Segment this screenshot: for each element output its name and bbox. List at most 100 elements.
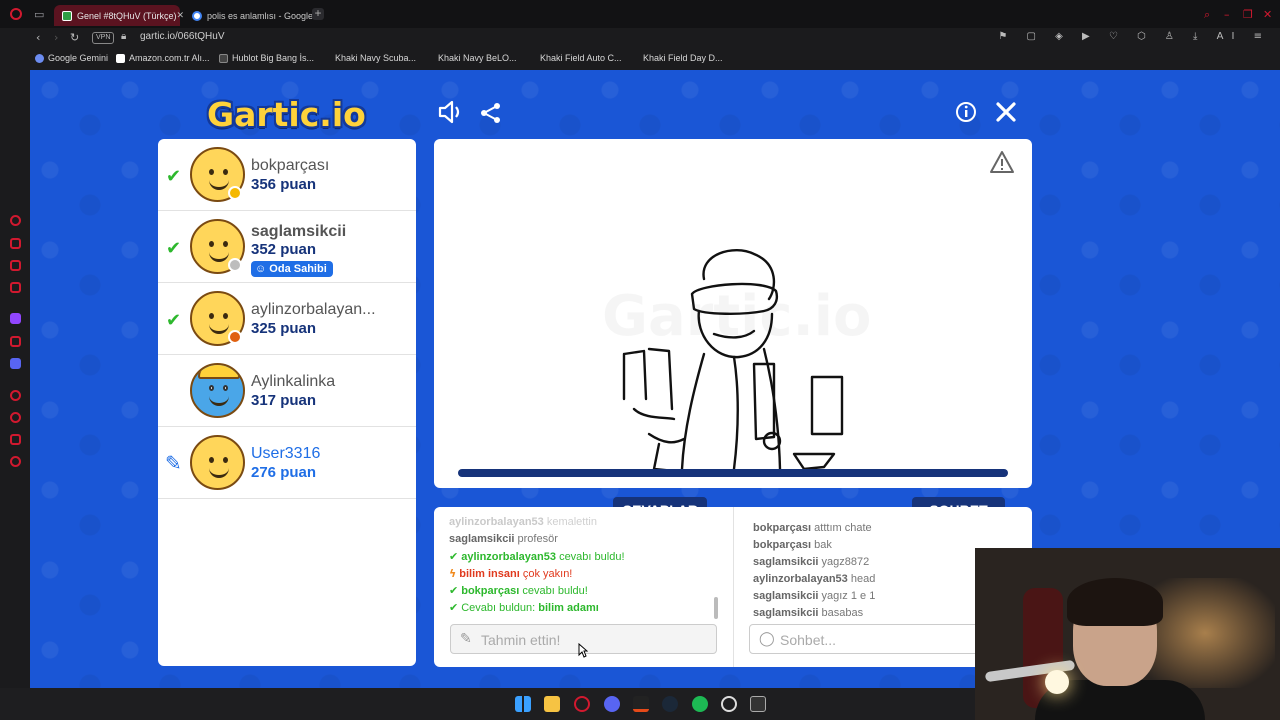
- bag-icon[interactable]: [10, 238, 21, 249]
- info-icon[interactable]: [955, 101, 977, 123]
- pencil-icon: ✎: [165, 451, 182, 475]
- cube-icon[interactable]: [10, 434, 21, 445]
- warning-icon[interactable]: [989, 150, 1015, 174]
- list-item: ✔ aylinzorbalayan53 cevabı buldu!: [449, 550, 625, 563]
- bookmark-item[interactable]: Hublot Big Bang İs...: [219, 53, 314, 63]
- chat-field[interactable]: ◯: [749, 624, 989, 654]
- sketch-drawing: [622, 249, 844, 473]
- check-icon: ✔: [449, 584, 459, 597]
- bookmark-item[interactable]: Google Gemini: [35, 53, 108, 63]
- tab-close-icon[interactable]: ✕: [177, 10, 185, 21]
- tab-title: Genel #8tQHuV (Türkçe): [77, 10, 177, 21]
- close-icon[interactable]: [995, 101, 1017, 123]
- bookmark-label: Khaki Navy BeLO...: [438, 53, 517, 63]
- steam-icon[interactable]: [662, 696, 678, 712]
- player-name: aylinzorbalayan...: [251, 301, 376, 318]
- scrollbar[interactable]: [714, 597, 718, 619]
- history-icon[interactable]: [10, 215, 21, 226]
- bookmark-item[interactable]: Amazon.com.tr Alı...: [116, 53, 210, 63]
- minimize-icon[interactable]: –: [1224, 8, 1230, 21]
- reload-icon[interactable]: ↻: [70, 31, 79, 44]
- back-icon[interactable]: ‹: [36, 31, 40, 44]
- search-icon[interactable]: ⌕: [1204, 8, 1210, 22]
- wallet-icon[interactable]: [10, 260, 21, 271]
- chat-bubble-icon: ◯: [759, 631, 775, 647]
- obs-icon[interactable]: [721, 696, 737, 712]
- gartic-favicon-icon: [62, 10, 72, 21]
- google-favicon-icon: [192, 10, 202, 21]
- url-field[interactable]: gartic.io/066tQHuV: [140, 31, 225, 42]
- sidebar-rail: [0, 70, 30, 688]
- twitch-icon[interactable]: [10, 313, 21, 324]
- spotify-icon[interactable]: [692, 696, 708, 712]
- mail-icon[interactable]: [10, 282, 21, 293]
- toolbar-icons[interactable]: ⚑ ▢ ◈ ▶ ♡ ⬡ ♙ ⤓ AI ≡: [998, 31, 1270, 42]
- bookmarks-bar: Google Gemini Amazon.com.tr Alı... Hublo…: [0, 48, 1280, 70]
- gartic-logo: Gartic.io: [207, 95, 366, 134]
- bookmark-label: Khaki Navy Scuba...: [335, 53, 417, 63]
- forward-icon[interactable]: ›: [54, 31, 58, 44]
- tab-menu-icon[interactable]: ▭: [34, 8, 44, 21]
- player-score: 276 puan: [251, 464, 317, 481]
- status-dot: [228, 186, 242, 200]
- player-name: User3316: [251, 445, 321, 462]
- file-explorer-icon[interactable]: [544, 696, 560, 712]
- clock-icon[interactable]: [10, 412, 21, 423]
- list-item: ✔ bokparçası cevabı buldu!: [449, 584, 588, 597]
- windows-start-icon[interactable]: [515, 696, 531, 712]
- window-close-icon[interactable]: ✕: [1263, 8, 1272, 21]
- music-icon[interactable]: [10, 390, 21, 401]
- instagram-icon[interactable]: [10, 336, 21, 347]
- share-icon[interactable]: [480, 102, 502, 124]
- list-item: aylinzorbalayan53 kemalettin: [449, 516, 597, 528]
- bookmark-label: Khaki Field Day D...: [643, 53, 723, 63]
- list-item: bokparçası atttım chate: [753, 522, 872, 534]
- bookmark-item[interactable]: Khaki Navy BeLO...: [438, 53, 517, 63]
- player-row[interactable]: ✔ aylinzorbalayan... 325 puan: [158, 283, 416, 355]
- room-owner-badge: ☺ Oda Sahibi: [251, 261, 333, 277]
- amazon-icon: [116, 53, 125, 63]
- mouse-cursor-icon: [578, 643, 588, 658]
- hublot-icon: [219, 53, 228, 63]
- check-icon: ✔: [449, 550, 459, 563]
- ai-label[interactable]: AI: [1217, 31, 1243, 42]
- discord-icon[interactable]: [604, 696, 620, 712]
- tab-title: polis es anlamlısı - Google: [207, 10, 314, 21]
- players-panel: ✔ bokparçası 356 puan ✔ saglamsikcii 352…: [158, 139, 416, 666]
- player-row[interactable]: ✔ saglamsikcii 352 puan ☺ Oda Sahibi: [158, 211, 416, 283]
- avatar: [190, 363, 245, 418]
- opera-logo-icon[interactable]: [10, 8, 22, 20]
- player-score: 356 puan: [251, 176, 317, 193]
- answers-list: aylinzorbalayan53 kemalettin saglamsikci…: [449, 514, 719, 616]
- player-name: saglamsikcii: [251, 223, 347, 240]
- epic-games-icon[interactable]: [750, 696, 766, 712]
- discord-icon[interactable]: [10, 358, 21, 369]
- lock-icon[interactable]: 🔒︎: [121, 31, 126, 42]
- avatar: [190, 435, 245, 490]
- maximize-icon[interactable]: ❐: [1243, 8, 1253, 21]
- vpn-badge[interactable]: VPN: [92, 32, 115, 44]
- settings-icon[interactable]: [10, 456, 21, 467]
- player-name: Aylinkalinka: [251, 373, 336, 390]
- media-app-icon[interactable]: [633, 696, 649, 712]
- bookmark-item[interactable]: Khaki Field Auto C...: [540, 53, 622, 63]
- status-dot: [228, 258, 242, 272]
- new-tab-button[interactable]: +: [312, 7, 324, 20]
- tab-gartic[interactable]: Genel #8tQHuV (Türkçe) ✕: [54, 5, 184, 26]
- opera-icon[interactable]: [574, 696, 590, 712]
- webcam-overlay: [975, 548, 1280, 720]
- check-icon: ✔: [166, 166, 182, 187]
- drawing-progress-bar: [458, 469, 1008, 477]
- speaker-icon[interactable]: [438, 100, 464, 124]
- badge-label: Oda Sahibi: [269, 263, 327, 275]
- player-row[interactable]: ✎ User3316 276 puan: [158, 427, 416, 499]
- list-item: ✔ Cevabı buldun: bilim adamı: [449, 601, 599, 614]
- player-row[interactable]: Aylinkalinka 317 puan: [158, 355, 416, 427]
- player-row[interactable]: ✔ bokparçası 356 puan: [158, 139, 416, 211]
- bookmark-item[interactable]: Khaki Field Day D...: [643, 53, 723, 63]
- tab-google[interactable]: polis es anlamlısı - Google: [184, 5, 314, 26]
- bookmark-item[interactable]: Khaki Navy Scuba...: [335, 53, 416, 63]
- drawing-canvas[interactable]: Gartic.io: [434, 139, 1032, 488]
- chat-input[interactable]: [780, 630, 980, 650]
- gemini-icon: [35, 53, 44, 63]
